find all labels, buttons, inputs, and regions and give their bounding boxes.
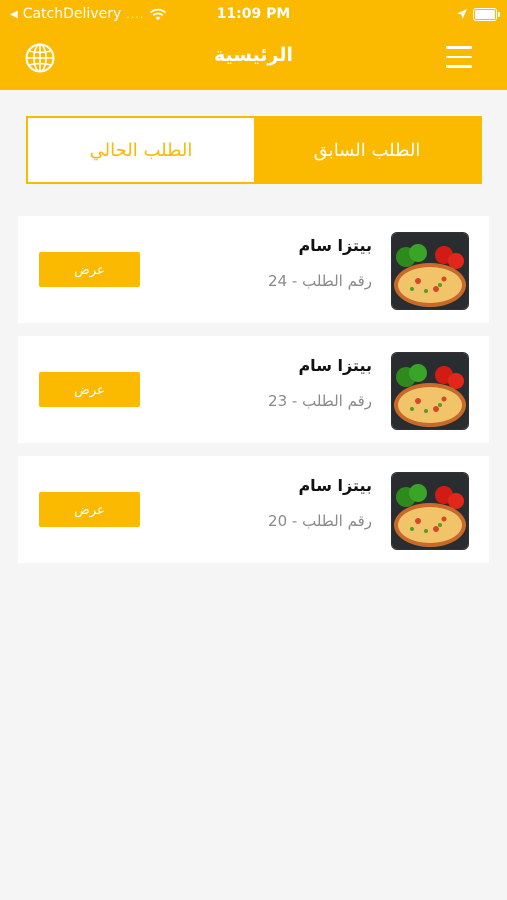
pizza-image xyxy=(391,232,469,310)
hamburger-menu-icon[interactable] xyxy=(446,46,472,68)
order-card: بيتزا سام رقم الطلب - 20 عرض xyxy=(18,456,489,563)
restaurant-name: بيتزا سام xyxy=(298,236,372,255)
status-left: ◀ CatchDelivery .... xyxy=(10,6,167,22)
view-order-button[interactable]: عرض xyxy=(39,252,140,287)
order-card: بيتزا سام رقم الطلب - 24 عرض xyxy=(18,216,489,323)
order-number: رقم الطلب - 24 xyxy=(268,272,372,290)
order-tabs: الطلب الحالي الطلب السابق xyxy=(26,116,482,184)
order-list: بيتزا سام رقم الطلب - 24 عرض بيتزا سام ر… xyxy=(18,216,489,576)
page-title: الرئيسية xyxy=(214,44,293,66)
restaurant-name: بيتزا سام xyxy=(298,476,372,495)
status-right xyxy=(456,7,500,21)
tab-current-order[interactable]: الطلب الحالي xyxy=(28,118,254,182)
location-arrow-icon xyxy=(457,9,467,19)
battery-icon xyxy=(473,7,500,21)
order-number: رقم الطلب - 23 xyxy=(268,392,372,410)
view-order-button[interactable]: عرض xyxy=(39,372,140,407)
pizza-image xyxy=(391,352,469,430)
status-time: 11:09 PM xyxy=(216,6,291,22)
restaurant-name: بيتزا سام xyxy=(298,356,372,375)
order-card: بيتزا سام رقم الطلب - 23 عرض xyxy=(18,336,489,443)
wifi-icon xyxy=(150,8,167,20)
pizza-image xyxy=(391,472,469,550)
navigation-bar: الرئيسية xyxy=(0,28,507,90)
view-order-button[interactable]: عرض xyxy=(39,492,140,527)
signal-dots: .... xyxy=(126,7,145,21)
order-number: رقم الطلب - 20 xyxy=(268,512,372,530)
back-to-app-icon[interactable]: ◀ xyxy=(10,9,18,20)
status-bar: ◀ CatchDelivery .... 11:09 PM xyxy=(0,0,507,28)
tab-previous-order[interactable]: الطلب السابق xyxy=(254,118,480,182)
carrier-name: CatchDelivery xyxy=(22,6,122,22)
